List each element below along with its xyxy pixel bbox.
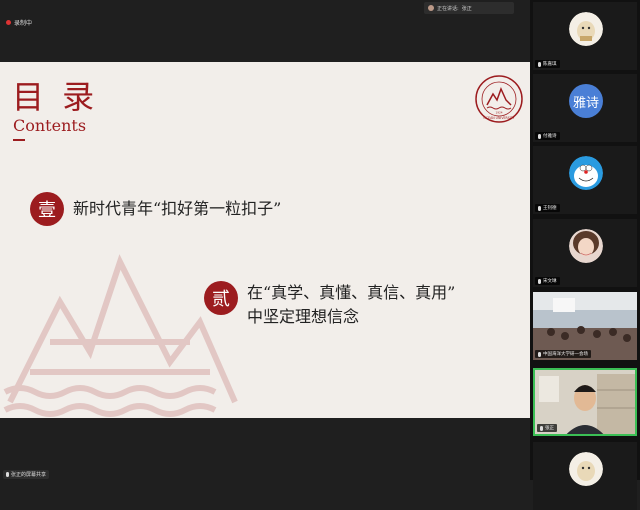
- text-avatar: 雅诗: [569, 84, 603, 118]
- university-logo-icon: OCEAN UNIVERSITY 1924: [475, 75, 523, 123]
- mountain-watermark-icon: [3, 254, 238, 417]
- item-text-line: 中坚定理想信念: [247, 307, 360, 326]
- participant-tile[interactable]: 宋文琳: [533, 219, 637, 287]
- recording-dot-icon: [6, 20, 11, 25]
- participant-tile[interactable]: 中国海洋大学研一会场: [533, 292, 637, 360]
- item-badge: 贰: [204, 281, 238, 315]
- item-text-line: 新时代青年“扣好第一粒扣子”: [73, 199, 282, 218]
- participant-name-label: 付雅诗: [535, 132, 560, 140]
- speaking-name: 张正: [461, 5, 472, 12]
- screen-share-label: 张正的屏幕共享: [3, 470, 50, 479]
- microphone-icon: [540, 425, 543, 431]
- participant-name-label: 中国海洋大学研一会场: [535, 350, 591, 358]
- recording-indicator[interactable]: 录制中: [6, 18, 32, 27]
- microphone-icon: [538, 278, 541, 284]
- item-text: 在“真学、真懂、真信、真用” 中坚定理想信念: [247, 281, 455, 329]
- item-text-line: 在“真学、真懂、真信、真用”: [247, 283, 456, 302]
- logo-year: 1924: [495, 111, 502, 115]
- doraemon-avatar-icon: [569, 156, 603, 190]
- item-badge: 壹: [30, 192, 64, 226]
- participant-tile[interactable]: 王钊德: [533, 146, 637, 214]
- shared-slide: 目 录 Contents OCEAN UNIVERSITY 1924 壹 新时代…: [0, 62, 530, 418]
- participant-tile[interactable]: [533, 442, 637, 510]
- contents-item-2: 贰 在“真学、真懂、真信、真用” 中坚定理想信念: [204, 281, 455, 329]
- cartoon-avatar-icon: [569, 452, 603, 486]
- slide-subtitle: Contents: [13, 116, 87, 135]
- speaking-label: 正在讲话:: [437, 5, 459, 12]
- speaker-avatar-icon: [428, 5, 434, 11]
- item-text: 新时代青年“扣好第一粒扣子”: [73, 192, 281, 221]
- subtitle-underline: [13, 139, 25, 141]
- slide-title: 目 录: [12, 78, 99, 116]
- participant-name-label: 陈嘉琪: [535, 60, 560, 68]
- screen-share-name: 张正的屏幕共享: [11, 472, 47, 478]
- participant-name-label: 宋文琳: [535, 277, 560, 285]
- participant-name-label: 王钊德: [535, 204, 560, 212]
- participant-tile-active[interactable]: 张正: [533, 368, 637, 436]
- microphone-icon: [538, 61, 541, 67]
- recording-label: 录制中: [14, 20, 33, 27]
- speaking-indicator: 正在讲话: 张正: [424, 2, 514, 14]
- microphone-icon: [538, 133, 541, 139]
- logo-text: OCEAN UNIVERSITY: [483, 116, 514, 120]
- participant-tile[interactable]: 陈嘉琪: [533, 2, 637, 70]
- bottom-bar: [0, 418, 530, 480]
- contents-item-1: 壹 新时代青年“扣好第一粒扣子”: [30, 192, 281, 226]
- microphone-icon: [538, 351, 541, 357]
- participant-sidebar[interactable]: 陈嘉琪 雅诗 付雅诗 王钊德 宋文琳 中国海洋大学研一会场 张正: [530, 0, 640, 510]
- participant-tile[interactable]: 雅诗 付雅诗: [533, 74, 637, 142]
- cartoon-avatar-icon: [569, 12, 603, 46]
- microphone-icon: [6, 472, 9, 477]
- participant-name-label: 张正: [537, 424, 557, 432]
- photo-avatar-icon: [569, 229, 603, 263]
- microphone-icon: [538, 205, 541, 211]
